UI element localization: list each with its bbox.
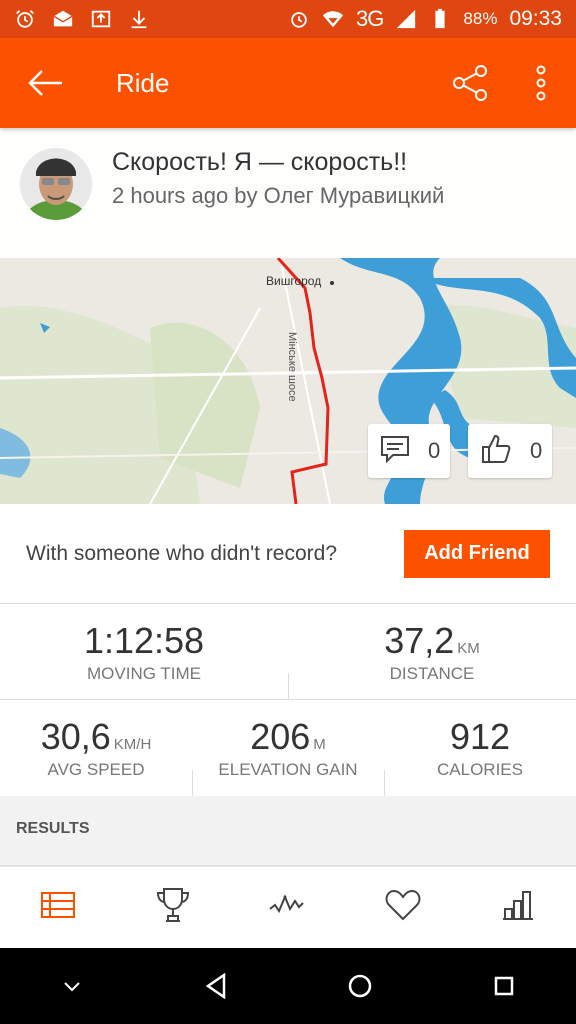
tab-overview[interactable] bbox=[0, 867, 115, 948]
network-type: 3G bbox=[356, 6, 384, 31]
distance-label: DISTANCE bbox=[389, 663, 475, 683]
stat-distance: 37,2 KM DISTANCE bbox=[288, 604, 576, 699]
map-city-label: Вишгород bbox=[266, 274, 322, 288]
comments-button[interactable]: 0 bbox=[368, 424, 450, 478]
thumbs-up-icon bbox=[480, 433, 512, 470]
activity-title[interactable]: Скорость! Я — скорость!! bbox=[112, 148, 444, 177]
tab-achievements[interactable] bbox=[115, 867, 230, 948]
avg-speed-value: 30,6 bbox=[40, 716, 111, 757]
elevation-value: 206 bbox=[250, 716, 311, 757]
moving-time-label: MOVING TIME bbox=[87, 663, 201, 683]
calories-label: CALORIES bbox=[437, 760, 523, 779]
heart-icon bbox=[385, 889, 421, 926]
mail-icon bbox=[52, 8, 74, 30]
alarm-icon bbox=[288, 8, 310, 30]
share-icon[interactable] bbox=[436, 38, 506, 128]
download-icon bbox=[128, 8, 150, 30]
recents-icon[interactable] bbox=[474, 956, 534, 1016]
kudos-count: 0 bbox=[530, 438, 543, 463]
back-arrow-icon[interactable] bbox=[0, 38, 90, 128]
clock: 09:33 bbox=[509, 7, 562, 30]
add-friend-prompt: With someone who didn't record? bbox=[26, 541, 338, 565]
collapse-icon[interactable] bbox=[42, 956, 102, 1016]
stat-calories: 912 CALORIES bbox=[384, 700, 576, 796]
distance-value: 37,2 bbox=[384, 619, 455, 661]
stat-avg-speed: 30,6 KM/H AVG SPEED bbox=[0, 700, 192, 796]
comments-count: 0 bbox=[428, 438, 441, 463]
distance-unit: KM bbox=[457, 639, 480, 657]
add-friend-button[interactable]: Add Friend bbox=[404, 529, 550, 578]
tab-stats[interactable] bbox=[461, 867, 576, 948]
back-icon[interactable] bbox=[186, 956, 246, 1016]
tab-kudos[interactable] bbox=[346, 867, 461, 948]
elevation-unit: M bbox=[313, 736, 326, 753]
status-bar: 3G 88% 09:33 bbox=[0, 0, 576, 38]
tab-analysis[interactable] bbox=[230, 867, 345, 948]
results-section-header: RESULTS bbox=[0, 796, 576, 866]
wifi-icon bbox=[322, 8, 344, 30]
avg-speed-unit: KM/H bbox=[113, 736, 152, 753]
trophy-icon bbox=[155, 886, 191, 929]
stats-row-primary: 1:12:58 MOVING TIME 37,2 KM DISTANCE bbox=[0, 604, 576, 700]
moving-time-value: 1:12:58 bbox=[83, 619, 205, 661]
avatar[interactable] bbox=[20, 148, 92, 220]
stat-moving-time: 1:12:58 MOVING TIME bbox=[0, 604, 288, 699]
add-friend-row: With someone who didn't record? Add Frie… bbox=[0, 504, 576, 604]
avg-speed-label: AVG SPEED bbox=[47, 760, 145, 779]
activity-meta: 2 hours ago by Олег Муравицкий bbox=[112, 183, 445, 208]
app-bar: Ride bbox=[0, 38, 576, 128]
kudos-button[interactable]: 0 bbox=[468, 424, 552, 478]
activity-header: Скорость! Я — скорость!! 2 hours ago by … bbox=[0, 128, 576, 258]
upload-icon bbox=[90, 8, 112, 30]
system-nav-bar bbox=[0, 948, 576, 1024]
alarm-icon bbox=[14, 8, 36, 30]
bottom-tab-bar bbox=[0, 866, 576, 948]
signal-icon bbox=[395, 8, 417, 30]
bar-chart-icon bbox=[501, 889, 535, 926]
analysis-icon bbox=[269, 893, 307, 922]
page-title: Ride bbox=[116, 67, 170, 98]
calories-value: 912 bbox=[449, 716, 511, 757]
list-icon bbox=[40, 890, 76, 925]
elevation-label: ELEVATION GAIN bbox=[218, 760, 358, 779]
stats-row-secondary: 30,6 KM/H AVG SPEED 206 M ELEVATION GAIN 9… bbox=[0, 700, 576, 796]
comment-icon bbox=[380, 434, 410, 469]
map-road-label: Мінське шосе bbox=[286, 332, 298, 402]
battery-icon bbox=[429, 8, 451, 30]
more-vertical-icon[interactable] bbox=[506, 38, 576, 128]
battery-percent: 88% bbox=[463, 9, 498, 28]
stat-elevation: 206 M ELEVATION GAIN bbox=[192, 700, 384, 796]
home-icon[interactable] bbox=[330, 956, 390, 1016]
